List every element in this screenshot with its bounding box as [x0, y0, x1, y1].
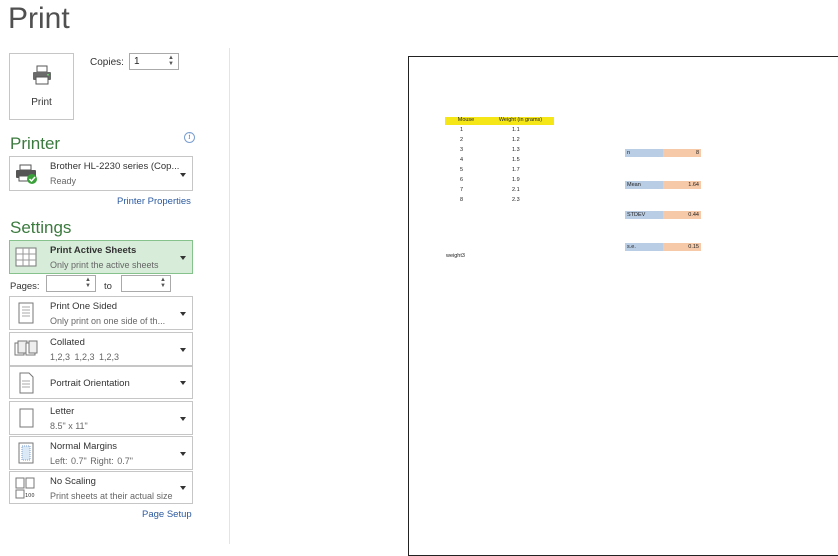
- collated-icon: [14, 340, 38, 356]
- copies-spin-icon[interactable]: ▲ ▼: [168, 55, 175, 67]
- header-weight: Weight (in grams): [487, 117, 554, 125]
- info-icon[interactable]: i: [184, 132, 195, 143]
- option-sub: Only print on one side of th...: [50, 316, 166, 326]
- cell: 2.3: [512, 197, 520, 203]
- option-title: Portrait Orientation: [50, 378, 130, 389]
- chevron-down-icon: [180, 452, 186, 456]
- sheets-grid-icon: [15, 247, 37, 267]
- pages-from-spin-icon[interactable]: ▲ ▼: [85, 277, 92, 289]
- stat-label-cell: [625, 149, 663, 157]
- orientation-dropdown[interactable]: Portrait Orientation: [9, 366, 193, 399]
- option-title: Print Active Sheets: [50, 245, 137, 256]
- printer-properties-link[interactable]: Printer Properties: [117, 196, 191, 207]
- settings-heading: Settings: [10, 218, 72, 237]
- cell: 1.3: [512, 147, 520, 153]
- cell: 2: [460, 137, 464, 143]
- to-label: to: [104, 281, 112, 292]
- option-title: Normal Margins: [50, 441, 118, 452]
- svg-text:100: 100: [25, 493, 35, 499]
- copies-value: 1: [134, 56, 140, 67]
- chevron-down-icon: [180, 486, 186, 490]
- sides-dropdown[interactable]: Print One Sided Only print on one side o…: [9, 296, 193, 330]
- cell: 3: [460, 147, 464, 153]
- collation-dropdown[interactable]: Collated 1,2,3 1,2,3 1,2,3: [9, 332, 193, 366]
- option-sub: Print sheets at their actual size: [50, 491, 173, 501]
- paper-size-icon: [19, 408, 34, 428]
- pages-label: Pages:: [10, 281, 40, 292]
- margins-icon: [18, 442, 34, 464]
- scaling-dropdown[interactable]: 100 No Scaling Print sheets at their act…: [9, 471, 193, 504]
- panel-divider: [229, 48, 230, 544]
- page-title: Print: [8, 2, 70, 35]
- cell: 1: [460, 127, 464, 133]
- cell: 4: [460, 157, 464, 163]
- printer-status: Ready: [50, 176, 77, 186]
- cell: 7: [460, 187, 464, 193]
- one-sided-icon: [18, 302, 34, 324]
- cell: 2.1: [512, 187, 520, 193]
- cell: 8: [460, 197, 464, 203]
- printer-icon: [33, 65, 51, 85]
- cell: 6: [460, 177, 464, 183]
- pages-to-spin-icon[interactable]: ▲ ▼: [160, 277, 167, 289]
- printer-ready-icon: [16, 164, 37, 184]
- pages-to-input[interactable]: ▲ ▼: [121, 275, 171, 292]
- page-setup-link[interactable]: Page Setup: [142, 509, 192, 520]
- print-what-dropdown[interactable]: Print Active Sheets Only print the activ…: [9, 240, 193, 274]
- printer-heading: Printer: [10, 134, 61, 153]
- option-title: No Scaling: [50, 476, 96, 487]
- printer-dropdown[interactable]: Brother HL-2230 series (Cop... Ready: [9, 156, 193, 191]
- cell: 1.2: [512, 137, 520, 143]
- cell: 1.7: [512, 167, 520, 173]
- option-sub: Only print the active sheets: [50, 260, 159, 270]
- option-title: Print One Sided: [50, 301, 118, 312]
- cell: 1.5: [512, 157, 520, 163]
- print-preview-page: Mouse Weight (in grams) 1 1.1 2 1.2 3 1.…: [408, 56, 838, 556]
- option-sub: Left: 0.7" Right: 0.7": [50, 456, 133, 466]
- pages-from-input[interactable]: ▲ ▼: [46, 275, 96, 292]
- chevron-down-icon: [180, 381, 186, 385]
- option-title: Collated: [50, 337, 85, 348]
- chevron-down-icon: [180, 256, 186, 260]
- chevron-down-icon: [180, 173, 186, 177]
- cell: 5: [460, 167, 464, 173]
- option-sub: 8.5" x 11": [50, 421, 88, 431]
- paper-size-dropdown[interactable]: Letter 8.5" x 11": [9, 401, 193, 435]
- copies-stepper[interactable]: 1 ▲ ▼: [129, 53, 179, 70]
- chevron-down-icon: [180, 348, 186, 352]
- stat-label: n: [627, 150, 631, 156]
- portrait-icon: [19, 372, 34, 394]
- copies-label: Copies:: [90, 57, 124, 68]
- option-sub: 1,2,3 1,2,3 1,2,3: [50, 352, 120, 362]
- cell: 1.1: [512, 127, 520, 133]
- margins-dropdown[interactable]: Normal Margins Left: 0.7" Right: 0.7": [9, 436, 193, 470]
- stat-value: 0.44: [688, 212, 699, 218]
- chevron-down-icon: [180, 417, 186, 421]
- chevron-down-icon: [180, 312, 186, 316]
- stat-label: s.e.: [627, 244, 636, 250]
- stat-value: 0.15: [688, 244, 699, 250]
- stat-value: 8: [695, 150, 699, 156]
- stat-value: 1.64: [688, 182, 699, 188]
- printer-name: Brother HL-2230 series (Cop...: [50, 161, 180, 172]
- print-button[interactable]: Print: [9, 53, 74, 120]
- stat-label: Mean: [627, 182, 641, 188]
- stat-label: STDEV: [627, 212, 646, 218]
- cell: 1.9: [512, 177, 520, 183]
- option-title: Letter: [50, 406, 75, 417]
- header-mouse: Mouse: [445, 117, 487, 125]
- scaling-icon: 100: [15, 477, 35, 499]
- sheet-name: weight3: [446, 253, 465, 259]
- print-button-label: Print: [31, 97, 52, 108]
